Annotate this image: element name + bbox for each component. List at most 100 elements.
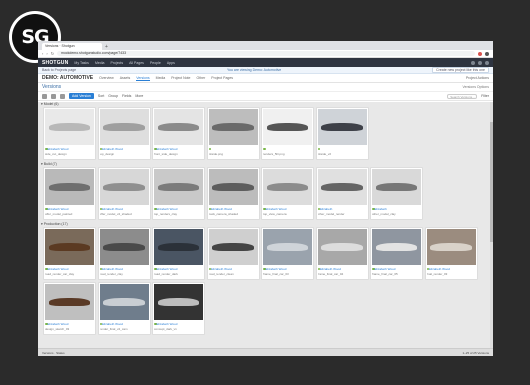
version-thumbnail[interactable]	[208, 109, 258, 145]
version-name[interactable]: back_camera_shaded	[209, 211, 258, 216]
version-name[interactable]: bkside_v2	[318, 151, 367, 156]
tab-assets[interactable]: Assets	[120, 76, 131, 80]
version-card[interactable]: Elizabeth Wood frame_final_car_03	[261, 227, 314, 280]
version-thumbnail[interactable]	[317, 169, 367, 205]
filter-button[interactable]: Filter	[481, 94, 489, 98]
scrollbar-thumb[interactable]	[490, 122, 493, 242]
version-name[interactable]: road_render_clay	[100, 271, 149, 276]
version-card[interactable]: Elizabeth other_model_render	[315, 167, 369, 220]
menu-my-tasks[interactable]: My Tasks	[74, 61, 89, 65]
version-card[interactable]: Elizabeth Wood back_camera_shaded	[206, 167, 260, 220]
version-thumbnail[interactable]	[154, 169, 203, 205]
version-card[interactable]: Elizabeth Wood design_sketch_03	[43, 282, 96, 335]
project-actions-menu[interactable]: Project Actions	[466, 76, 489, 80]
version-card[interactable]: Elizabeth Wood top_renders_clay	[152, 167, 205, 220]
list-view-icon[interactable]	[42, 93, 47, 99]
card-view-icon[interactable]	[60, 93, 65, 99]
version-card[interactable]: Elizabeth Wood road_render_car_clay	[43, 227, 96, 280]
version-thumbnail[interactable]	[263, 169, 312, 205]
version-name[interactable]: offer_model_painted	[45, 211, 94, 216]
version-card[interactable]: Elizabeth Wood final_render_03	[424, 227, 478, 280]
browser-tab[interactable]: Versions · Shotgun	[42, 43, 102, 50]
version-thumbnail[interactable]	[208, 169, 258, 205]
version-thumbnail[interactable]	[154, 284, 203, 320]
version-thumbnail[interactable]	[263, 229, 312, 265]
search-input[interactable]: Search Versions...	[447, 93, 478, 99]
new-tab-button[interactable]: +	[105, 44, 108, 50]
app-brand[interactable]: SHOTGUN	[42, 60, 68, 66]
version-card[interactable]: bkside_v2	[315, 107, 369, 160]
extension-icon[interactable]	[478, 51, 482, 56]
url-input[interactable]: mockdemo.shotgunstudio.com/page/7433	[57, 51, 475, 56]
version-card[interactable]: Elizabeth Wood front_side_design	[152, 107, 205, 160]
version-thumbnail[interactable]	[426, 229, 476, 265]
reload-icon[interactable]: ↻	[51, 51, 54, 56]
version-thumbnail[interactable]	[99, 229, 149, 265]
inbox-icon[interactable]	[478, 60, 482, 65]
version-card[interactable]: Elizabeth Wood top_view_camera	[261, 167, 314, 220]
version-name[interactable]: front_side_design	[154, 151, 203, 156]
version-thumbnail[interactable]	[99, 284, 149, 320]
tab-versions[interactable]: Versions	[136, 76, 150, 81]
avatar[interactable]	[485, 60, 489, 65]
version-thumbnail[interactable]	[154, 109, 203, 145]
version-thumbnail[interactable]	[208, 229, 258, 265]
version-name[interactable]: offer_model_v2_shaded	[100, 211, 149, 216]
version-thumbnail[interactable]	[45, 229, 94, 265]
version-thumbnail[interactable]	[317, 229, 367, 265]
version-name[interactable]: final_render_03	[427, 271, 476, 276]
version-thumbnail[interactable]	[372, 229, 421, 265]
version-card[interactable]: Elizabeth Wood offer_model_painted	[43, 167, 96, 220]
grid-view-icon[interactable]	[51, 93, 56, 99]
version-thumbnail[interactable]	[45, 169, 94, 205]
version-name[interactable]: frame_final_car_03	[263, 271, 312, 276]
version-card[interactable]: bkside.png	[206, 107, 260, 160]
version-thumbnail[interactable]	[317, 109, 367, 145]
tab-other[interactable]: Other	[196, 76, 205, 80]
version-name[interactable]: road_render_car_clay	[45, 271, 94, 276]
version-thumbnail[interactable]	[99, 169, 149, 205]
version-thumbnail[interactable]	[372, 169, 421, 205]
tab-overview[interactable]: Overview	[99, 76, 114, 80]
version-card[interactable]: Elizabeth Wood render_final_v2_cam	[97, 282, 151, 335]
version-name[interactable]: render_final_v2_cam	[100, 326, 149, 331]
back-to-projects-link[interactable]: Back to Projects page	[42, 68, 76, 72]
version-name[interactable]: road_render_dark	[154, 271, 203, 276]
version-name[interactable]: concept_dark_v1	[154, 326, 203, 331]
version-thumbnail[interactable]	[154, 229, 203, 265]
version-card[interactable]: Elizabeth Wood road_render_dark	[152, 227, 205, 280]
version-name[interactable]: top_design	[100, 151, 149, 156]
tab-media[interactable]: Media	[156, 76, 166, 80]
version-card[interactable]: Elizabeth Wood offer_model_v2_shaded	[97, 167, 151, 220]
version-name[interactable]: design_sketch_03	[45, 326, 94, 331]
version-card[interactable]: Elizabeth Wood road_render_clay	[97, 227, 151, 280]
version-name[interactable]: bkside.png	[209, 151, 258, 156]
version-card[interactable]: Elizabeth Wood side_cut_design	[43, 107, 96, 160]
create-project-button[interactable]: Create new project like this one	[432, 67, 489, 73]
version-thumbnail[interactable]	[99, 109, 149, 145]
version-card[interactable]: Elizabeth Wood concept_dark_v1	[152, 282, 205, 335]
version-thumbnail[interactable]	[263, 109, 312, 145]
fields-menu[interactable]: Fields	[122, 94, 131, 98]
version-name[interactable]: other_model_clay	[372, 211, 421, 216]
version-name[interactable]: road_render_clean	[209, 271, 258, 276]
version-name[interactable]: renders_5D.png	[263, 151, 312, 156]
version-name[interactable]: top_renders_clay	[154, 211, 203, 216]
scrollbar[interactable]	[490, 102, 493, 348]
version-card[interactable]: Elizabeth Wood top_design	[97, 107, 151, 160]
forward-icon[interactable]: ›	[46, 51, 47, 56]
version-card[interactable]: Elizabeth Wood frame_final_car_04	[315, 227, 369, 280]
version-name[interactable]: side_cut_design	[45, 151, 94, 156]
version-name[interactable]: top_view_camera	[263, 211, 312, 216]
search-icon[interactable]	[471, 60, 475, 65]
version-name[interactable]: other_model_render	[318, 211, 367, 216]
page-options-menu[interactable]: Versions Options	[463, 85, 489, 89]
back-icon[interactable]: ‹	[42, 51, 43, 56]
version-card[interactable]: Elizabeth Wood frame_final_car_05	[370, 227, 423, 280]
version-name[interactable]: frame_final_car_05	[372, 271, 421, 276]
version-thumbnail[interactable]	[45, 109, 94, 145]
menu-media[interactable]: Media	[95, 61, 105, 65]
version-card[interactable]: Elizabeth Wood road_render_clean	[206, 227, 260, 280]
menu-icon[interactable]	[485, 51, 489, 56]
version-card[interactable]: Elizabeth other_model_clay	[370, 167, 423, 220]
